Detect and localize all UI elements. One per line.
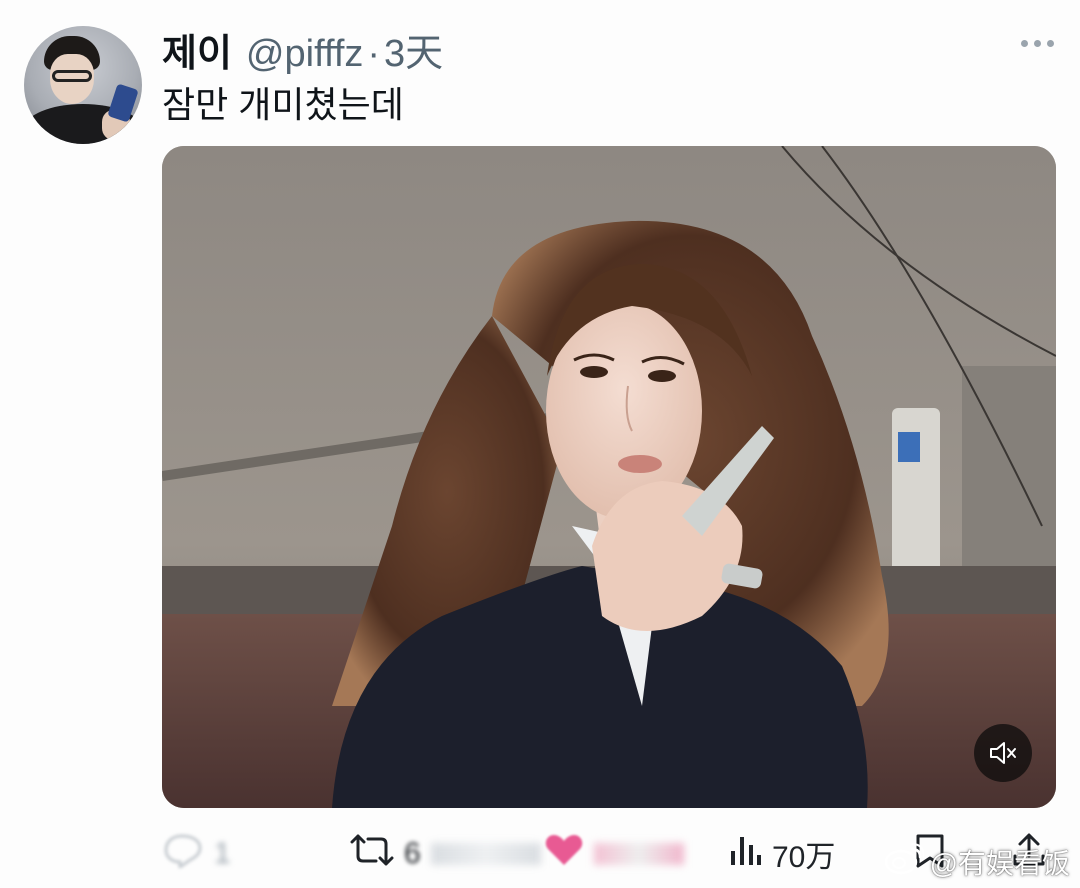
reply-button[interactable]: 1 <box>162 826 231 882</box>
like-button[interactable] <box>544 826 694 882</box>
weibo-logo-icon <box>884 842 925 882</box>
views-button[interactable]: 70万 <box>728 826 835 882</box>
heart-icon <box>544 833 584 875</box>
retweet-count: 6 <box>404 837 421 870</box>
tweet-text: 잠만 개미쳤는데 <box>162 84 404 125</box>
video-media[interactable] <box>162 146 1056 808</box>
watermark: @有娱看饭 <box>884 842 1070 882</box>
reply-icon <box>162 832 204 876</box>
volume-muted-icon[interactable] <box>974 724 1032 782</box>
retweet-count-blur <box>430 843 541 865</box>
separator-dot: · <box>367 33 381 75</box>
tweet-header: 제이 @pifffz · 3天 <box>162 22 443 75</box>
views-count: 70万 <box>772 841 836 874</box>
retweet-button[interactable]: 6 <box>350 826 541 882</box>
like-count-blur <box>594 843 684 865</box>
timestamp[interactable]: 3天 <box>384 22 443 77</box>
more-horizontal-icon[interactable] <box>1021 40 1054 47</box>
tweet-card: 제이 @pifffz · 3天 잠만 개미쳤는데 1 6 70万 @有娱看饭 <box>0 0 1080 888</box>
watermark-text: @有娱看饭 <box>929 848 1070 879</box>
avatar[interactable] <box>24 26 142 144</box>
video-frame <box>162 146 1056 808</box>
display-name[interactable]: 제이 <box>162 22 232 77</box>
user-handle[interactable]: @pifffz <box>246 33 363 76</box>
retweet-icon <box>350 832 394 876</box>
views-chart-icon <box>728 833 762 875</box>
reply-count: 1 <box>214 837 231 870</box>
